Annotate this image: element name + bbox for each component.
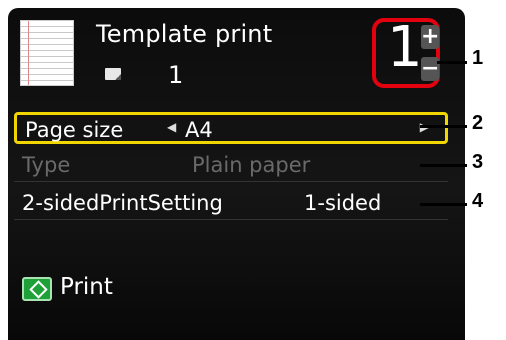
print-button-label[interactable]: Print <box>60 274 113 300</box>
setting-row-page-size[interactable]: Page size ◀ A4 ▶ <box>14 112 448 144</box>
callout-2: 2 <box>472 112 484 134</box>
page-title: Template print <box>96 20 273 48</box>
copies-count: 1 <box>387 15 423 80</box>
setting-label: 2-sidedPrintSetting <box>22 191 223 215</box>
sheet-icon <box>105 68 121 80</box>
callout-4: 4 <box>472 190 484 212</box>
callout-line-4 <box>420 203 467 206</box>
setting-value: Plain paper <box>192 153 311 177</box>
callout-line-1 <box>437 61 467 64</box>
setting-row-type: Type Plain paper <box>14 150 448 182</box>
setting-label: Type <box>22 153 71 177</box>
setting-label: Page size <box>25 118 124 142</box>
template-paper-icon <box>20 20 74 86</box>
callout-1: 1 <box>472 47 484 69</box>
callout-line-3 <box>420 164 467 167</box>
copies-stepper[interactable]: + − <box>420 25 440 81</box>
start-icon[interactable] <box>22 277 52 301</box>
callout-line-2 <box>420 125 467 128</box>
lcd-screen: Template print 1 1 + − Page size ◀ A4 ▶ … <box>8 8 465 340</box>
sheet-count: 1 <box>168 61 184 89</box>
plus-icon[interactable]: + <box>421 25 439 49</box>
setting-row-2-sided[interactable]: 2-sidedPrintSetting 1-sided <box>14 188 448 220</box>
setting-value: 1-sided <box>304 191 382 215</box>
left-arrow-icon[interactable]: ◀ <box>167 120 176 134</box>
callout-3: 3 <box>472 151 484 173</box>
setting-value: A4 <box>185 118 213 142</box>
